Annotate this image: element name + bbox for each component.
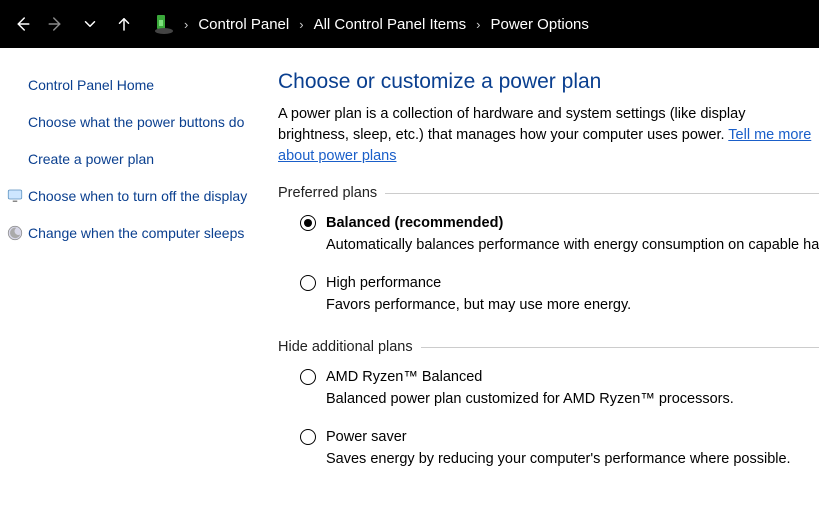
plan-name: Power saver [326, 429, 407, 445]
address-bar: › Control Panel › All Control Panel Item… [0, 0, 819, 48]
page-title: Choose or customize a power plan [278, 70, 819, 94]
control-panel-icon [152, 12, 176, 36]
plan-radio-high-performance[interactable] [300, 275, 316, 291]
sidebar-link-power-buttons[interactable]: Choose what the power buttons do [28, 113, 250, 132]
plan-option: Power saver Saves energy by reducing you… [300, 429, 819, 467]
plan-description: Automatically balances performance with … [326, 237, 819, 253]
recent-locations-dropdown[interactable] [74, 8, 106, 40]
sidebar-link-display-off[interactable]: Choose when to turn off the display [28, 187, 250, 206]
sidebar-link-create-plan[interactable]: Create a power plan [28, 150, 250, 169]
plan-description: Balanced power plan customized for AMD R… [326, 391, 819, 407]
intro-body: A power plan is a collection of hardware… [278, 106, 745, 143]
back-button[interactable] [6, 8, 38, 40]
divider [421, 347, 819, 348]
up-button[interactable] [108, 8, 140, 40]
intro-text: A power plan is a collection of hardware… [278, 104, 819, 167]
additional-plans-group: Hide additional plans AMD Ryzen™ Balance… [278, 339, 819, 467]
plan-name: Balanced (recommended) [326, 215, 503, 231]
moon-icon [6, 224, 24, 242]
sidebar-item-label: Choose when to turn off the display [28, 188, 247, 204]
group-legend: Preferred plans [278, 185, 377, 201]
plan-description: Saves energy by reducing your computer's… [326, 451, 819, 467]
breadcrumb-item[interactable]: All Control Panel Items [308, 12, 473, 37]
sidebar-item-label: Change when the computer sleeps [28, 225, 244, 241]
plan-description: Favors performance, but may use more ene… [326, 297, 819, 313]
content-pane: Choose or customize a power plan A power… [260, 48, 819, 530]
forward-button[interactable] [40, 8, 72, 40]
plan-option: Balanced (recommended) Automatically bal… [300, 215, 819, 253]
plan-radio-power-saver[interactable] [300, 429, 316, 445]
plan-radio-balanced[interactable] [300, 215, 316, 231]
breadcrumb-item[interactable]: Power Options [485, 12, 595, 37]
plan-name: High performance [326, 275, 441, 291]
plan-option: AMD Ryzen™ Balanced Balanced power plan … [300, 369, 819, 407]
chevron-right-icon: › [474, 17, 482, 32]
group-legend[interactable]: Hide additional plans [278, 339, 413, 355]
plan-option: High performance Favors performance, but… [300, 275, 819, 313]
sidebar-home-link[interactable]: Control Panel Home [28, 76, 250, 95]
monitor-icon [6, 187, 24, 205]
sidebar: Control Panel Home Choose what the power… [0, 48, 260, 530]
chevron-right-icon: › [297, 17, 305, 32]
plan-name: AMD Ryzen™ Balanced [326, 369, 482, 385]
plan-radio-amd-ryzen[interactable] [300, 369, 316, 385]
sidebar-link-sleep[interactable]: Change when the computer sleeps [28, 224, 250, 243]
breadcrumb-item[interactable]: Control Panel [192, 12, 295, 37]
chevron-right-icon: › [182, 17, 190, 32]
divider [385, 193, 819, 194]
preferred-plans-group: Preferred plans Balanced (recommended) A… [278, 185, 819, 313]
